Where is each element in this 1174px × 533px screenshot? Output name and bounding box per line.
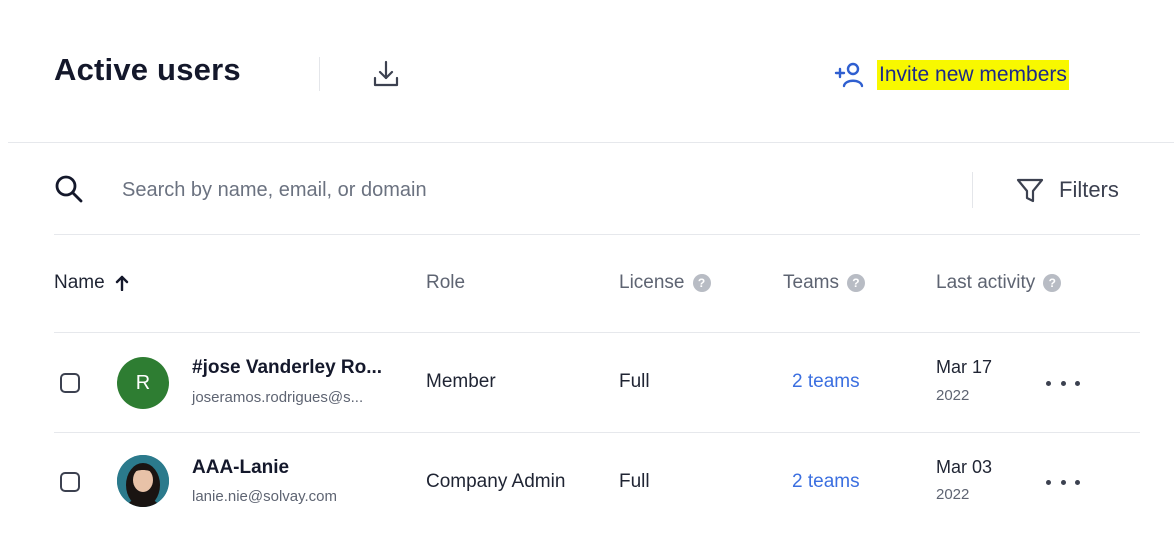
avatar-initial: R [135, 371, 151, 394]
user-email: joseramos.rodrigues@s... [192, 389, 364, 406]
avatar: R [117, 357, 169, 409]
invite-members-label: Invite new members [877, 60, 1069, 90]
filters-label: Filters [1059, 177, 1119, 202]
table-row[interactable]: R #jose Vanderley Ro... joseramos.rodrig… [0, 333, 1174, 433]
help-icon[interactable]: ? [1043, 274, 1062, 292]
more-icon[interactable] [1046, 472, 1080, 492]
user-name[interactable]: #jose Vanderley Ro... [192, 357, 382, 379]
role-cell: Company Admin [426, 471, 566, 492]
invite-members-button[interactable]: Invite new members [834, 58, 1069, 92]
divider [319, 57, 320, 91]
help-icon[interactable]: ? [846, 274, 865, 292]
user-name[interactable]: AAA-Lanie [192, 457, 289, 479]
user-email: lanie.nie@solvay.com [192, 488, 338, 505]
column-header-name[interactable]: Name [54, 272, 129, 294]
divider [54, 234, 1140, 235]
more-icon[interactable] [1046, 373, 1080, 393]
row-checkbox[interactable] [60, 373, 80, 393]
last-activity-date: Mar 17 [936, 357, 993, 377]
column-header-role-label: Role [426, 272, 466, 293]
column-header-license-label: License [619, 272, 685, 293]
role-cell: Member [426, 371, 496, 392]
column-header-license: License ? [619, 272, 711, 294]
add-user-icon [834, 61, 864, 89]
last-activity-year: 2022 [936, 486, 970, 503]
help-icon[interactable]: ? [692, 274, 711, 292]
divider [972, 172, 973, 208]
column-header-role: Role [426, 272, 465, 294]
divider [8, 142, 1174, 143]
search-icon [54, 174, 84, 204]
page-title: Active users [54, 52, 241, 87]
column-header-teams: Teams ? [783, 272, 865, 294]
last-activity-date: Mar 03 [936, 457, 993, 477]
teams-link[interactable]: 2 teams [792, 471, 860, 493]
column-header-name-label: Name [54, 272, 105, 293]
last-activity-year: 2022 [936, 387, 970, 404]
teams-link[interactable]: 2 teams [792, 371, 860, 393]
download-icon[interactable] [372, 59, 400, 89]
column-header-last-activity-label: Last activity [936, 272, 1036, 293]
arrow-up-icon [115, 275, 129, 292]
filter-icon [1015, 176, 1045, 204]
license-cell: Full [619, 371, 650, 392]
table-row[interactable]: AAA-Lanie lanie.nie@solvay.com Company A… [0, 433, 1174, 533]
column-header-teams-label: Teams [783, 272, 839, 293]
filters-button[interactable]: Filters [1015, 174, 1119, 206]
search-input[interactable] [114, 172, 960, 208]
row-checkbox[interactable] [60, 472, 80, 492]
license-cell: Full [619, 471, 650, 492]
column-header-last-activity: Last activity ? [936, 272, 1062, 294]
profile-photo [117, 455, 169, 507]
avatar [117, 455, 169, 507]
